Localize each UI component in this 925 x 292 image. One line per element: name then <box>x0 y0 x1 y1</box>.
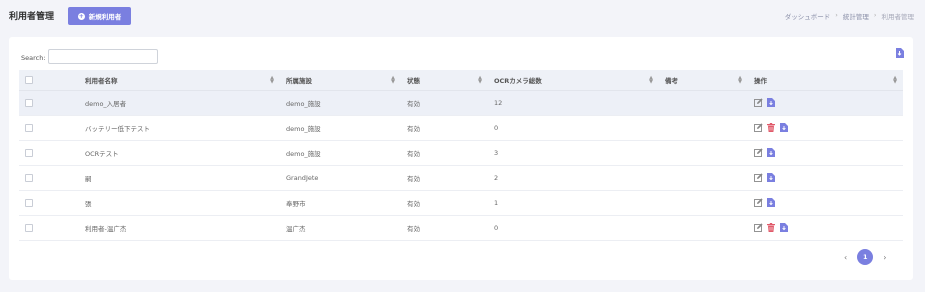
cell-camera-count: 0 <box>488 215 659 241</box>
breadcrumb-current: 利用者管理 <box>881 13 915 21</box>
cell-user-name: 張 <box>79 190 280 216</box>
export-file-icon[interactable] <box>767 148 776 157</box>
breadcrumb-stats[interactable]: 統計管理 <box>843 11 869 21</box>
cell-camera-count: 0 <box>488 115 659 141</box>
row-checkbox[interactable] <box>25 148 33 157</box>
plus-icon: + <box>77 12 85 20</box>
cell-facility: demo_施設 <box>280 90 401 116</box>
sort-icon: ▲ ▼ <box>649 75 653 85</box>
edit-icon[interactable] <box>754 123 763 132</box>
search-input[interactable] <box>48 49 158 64</box>
column-header-name[interactable]: 利用者名称 ▲ ▼ <box>79 70 280 91</box>
add-user-button[interactable]: + 新規利用者 <box>68 7 131 25</box>
edit-icon[interactable] <box>754 223 763 232</box>
prev-page-button[interactable]: ‹ <box>844 253 847 262</box>
cell-camera-count: 2 <box>488 165 659 191</box>
cell-status: 有効 <box>401 115 488 141</box>
row-actions <box>754 223 903 232</box>
row-actions <box>754 123 903 132</box>
export-file-icon[interactable] <box>780 123 789 132</box>
table-row[interactable]: 張奉野市 有効 1 <box>19 190 903 216</box>
table-row[interactable]: 嗣 GrandJete 有効 2 <box>19 165 903 191</box>
row-actions <box>754 148 903 157</box>
chevron-right-icon: › <box>873 11 877 19</box>
cell-status: 有効 <box>401 215 488 241</box>
table-row[interactable]: バッテリー低下テスト demo_施設 有効 0 <box>19 115 903 141</box>
export-file-icon[interactable] <box>767 173 776 182</box>
sort-icon: ▲ ▼ <box>893 75 897 85</box>
row-checkbox[interactable] <box>25 98 33 107</box>
row-checkbox[interactable] <box>25 223 33 232</box>
cell-status: 有効 <box>401 90 488 116</box>
delete-icon[interactable] <box>767 123 776 132</box>
table-header-row: 利用者名称 ▲ ▼ 所属施設 ▲ ▼ 状態 ▲ ▼ OCRカメラ総数 ▲ ▼ 備考 ▲ ▼ 操作 ▲ ▼ <box>19 70 903 91</box>
export-file-icon[interactable] <box>780 223 789 232</box>
column-header-status[interactable]: 状態 ▲ ▼ <box>401 70 488 91</box>
breadcrumb: ダッシュボード › 統計管理 › 利用者管理 <box>785 11 914 21</box>
edit-icon[interactable] <box>754 198 763 207</box>
column-header-cameras[interactable]: OCRカメラ総数 ▲ ▼ <box>488 70 659 91</box>
cell-user-name: 利用者-温广杰 <box>79 215 280 241</box>
column-header-actions[interactable]: 操作 ▲ ▼ <box>748 70 903 91</box>
table-row[interactable]: OCRテスト demo_施設 有効 3 <box>19 140 903 166</box>
edit-icon[interactable] <box>754 148 763 157</box>
cell-facility: demo_施設 <box>280 115 401 141</box>
cell-note <box>659 165 748 191</box>
row-checkbox[interactable] <box>25 198 33 207</box>
add-user-button-label: 新規利用者 <box>88 13 122 21</box>
pagination: ‹ 1 › <box>844 249 886 265</box>
edit-icon[interactable] <box>754 173 763 182</box>
page-button-1[interactable]: 1 <box>857 249 874 265</box>
cell-status: 有効 <box>401 165 488 191</box>
row-checkbox[interactable] <box>25 123 33 132</box>
cell-user-name: OCRテスト <box>79 140 280 166</box>
topbar: 利用者管理 + 新規利用者 ダッシュボード › 統計管理 › 利用者管理 <box>0 0 925 32</box>
cell-status: 有効 <box>401 190 488 216</box>
table-row[interactable]: 利用者-温广杰 温广杰 有効 0 <box>19 215 903 241</box>
cell-user-name: demo_入居者 <box>79 90 280 116</box>
users-card: Search: 利用者名称 ▲ ▼ 所属施設 ▲ ▼ 状態 ▲ ▼ OCRカメラ総数 ▲ ▼ 備… <box>9 37 913 280</box>
row-checkbox[interactable] <box>25 173 33 182</box>
select-all-checkbox[interactable] <box>25 75 33 84</box>
sort-icon: ▲ ▼ <box>391 75 395 85</box>
sort-icon: ▲ ▼ <box>270 75 274 85</box>
delete-icon[interactable] <box>767 223 776 232</box>
page-title: 利用者管理 <box>9 12 55 22</box>
cell-note <box>659 140 748 166</box>
cell-note <box>659 90 748 116</box>
edit-icon[interactable] <box>754 98 763 107</box>
cell-facility: GrandJete <box>280 165 401 191</box>
cell-facility: 奉野市 <box>280 190 401 216</box>
row-actions <box>754 98 903 107</box>
export-file-icon[interactable] <box>767 198 776 207</box>
column-header-note[interactable]: 備考 ▲ ▼ <box>659 70 748 91</box>
cell-camera-count: 1 <box>488 190 659 216</box>
next-page-button[interactable]: › <box>883 253 886 262</box>
cell-facility: 温广杰 <box>280 215 401 241</box>
cell-note <box>659 115 748 141</box>
cell-user-name: バッテリー低下テスト <box>79 115 280 141</box>
column-header-facility[interactable]: 所属施設 ▲ ▼ <box>280 70 401 91</box>
users-table: 利用者名称 ▲ ▼ 所属施設 ▲ ▼ 状態 ▲ ▼ OCRカメラ総数 ▲ ▼ 備考 ▲ ▼ 操作 ▲ ▼… <box>19 70 903 241</box>
table-row[interactable]: demo_入居者 demo_施設 有効 12 <box>19 90 903 116</box>
cell-note <box>659 190 748 216</box>
row-actions <box>754 198 903 207</box>
export-file-icon[interactable] <box>895 48 904 60</box>
cell-facility: demo_施設 <box>280 140 401 166</box>
row-actions <box>754 173 903 182</box>
cell-user-name: 嗣 <box>79 165 280 191</box>
chevron-right-icon: › <box>835 11 838 19</box>
cell-camera-count: 3 <box>488 140 659 166</box>
cell-status: 有効 <box>401 140 488 166</box>
sort-icon: ▲ ▼ <box>478 75 482 85</box>
cell-camera-count: 12 <box>488 90 659 116</box>
cell-note <box>659 215 748 241</box>
search-label: Search: <box>21 54 46 62</box>
breadcrumb-dashboard[interactable]: ダッシュボード <box>785 11 831 21</box>
export-file-icon[interactable] <box>767 98 776 107</box>
sort-icon: ▲ ▼ <box>738 75 742 85</box>
